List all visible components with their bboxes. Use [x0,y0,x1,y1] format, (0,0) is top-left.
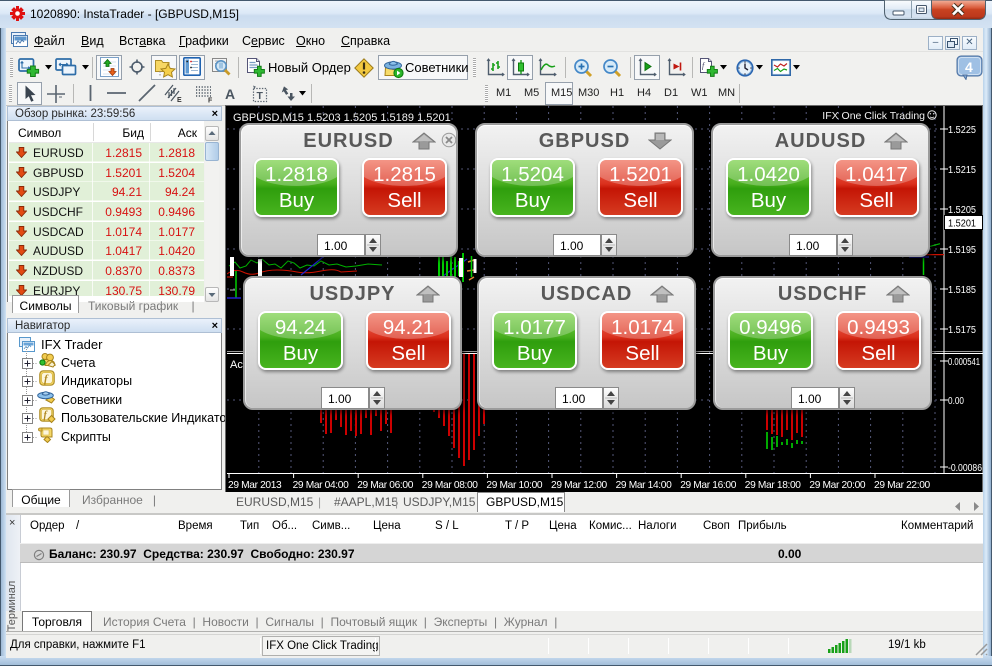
svg-text:1.5201: 1.5201 [948,219,976,230]
svg-text:29 Mar 16:00: 29 Mar 16:00 [680,480,737,491]
svg-text:E: E [177,97,182,104]
svg-text:1.5195: 1.5195 [948,245,976,256]
svg-text:1.5205: 1.5205 [948,205,976,216]
svg-text:4: 4 [965,59,973,75]
svg-text:1.5175: 1.5175 [948,325,976,336]
svg-text:29 Mar 10:00: 29 Mar 10:00 [486,480,543,491]
svg-text:1.5215: 1.5215 [948,165,976,176]
svg-text:T: T [257,90,264,102]
svg-text:29 Mar 04:00: 29 Mar 04:00 [293,480,350,491]
svg-text:29 Mar 18:00: 29 Mar 18:00 [745,480,802,491]
svg-text:1.5185: 1.5185 [948,285,976,296]
svg-text:29 Mar 12:00: 29 Mar 12:00 [551,480,608,491]
svg-text:0.00: 0.00 [948,396,964,407]
svg-text:29 Mar 14:00: 29 Mar 14:00 [616,480,673,491]
svg-text:F: F [208,98,213,105]
svg-text:29 Mar 2013: 29 Mar 2013 [228,480,282,491]
svg-text:1.5225: 1.5225 [948,125,976,136]
svg-text:29 Mar 08:00: 29 Mar 08:00 [422,480,479,491]
svg-text:-0.00086: -0.00086 [948,463,982,474]
svg-text:Ac: Ac [230,359,243,371]
svg-text:29 Mar 06:00: 29 Mar 06:00 [357,480,414,491]
svg-text:29 Mar 20:00: 29 Mar 20:00 [809,480,866,491]
svg-text:0.000541: 0.000541 [948,357,980,368]
svg-text:IFX One Click Trading: IFX One Click Trading [822,110,925,122]
svg-text:29 Mar 22:00: 29 Mar 22:00 [874,480,931,491]
